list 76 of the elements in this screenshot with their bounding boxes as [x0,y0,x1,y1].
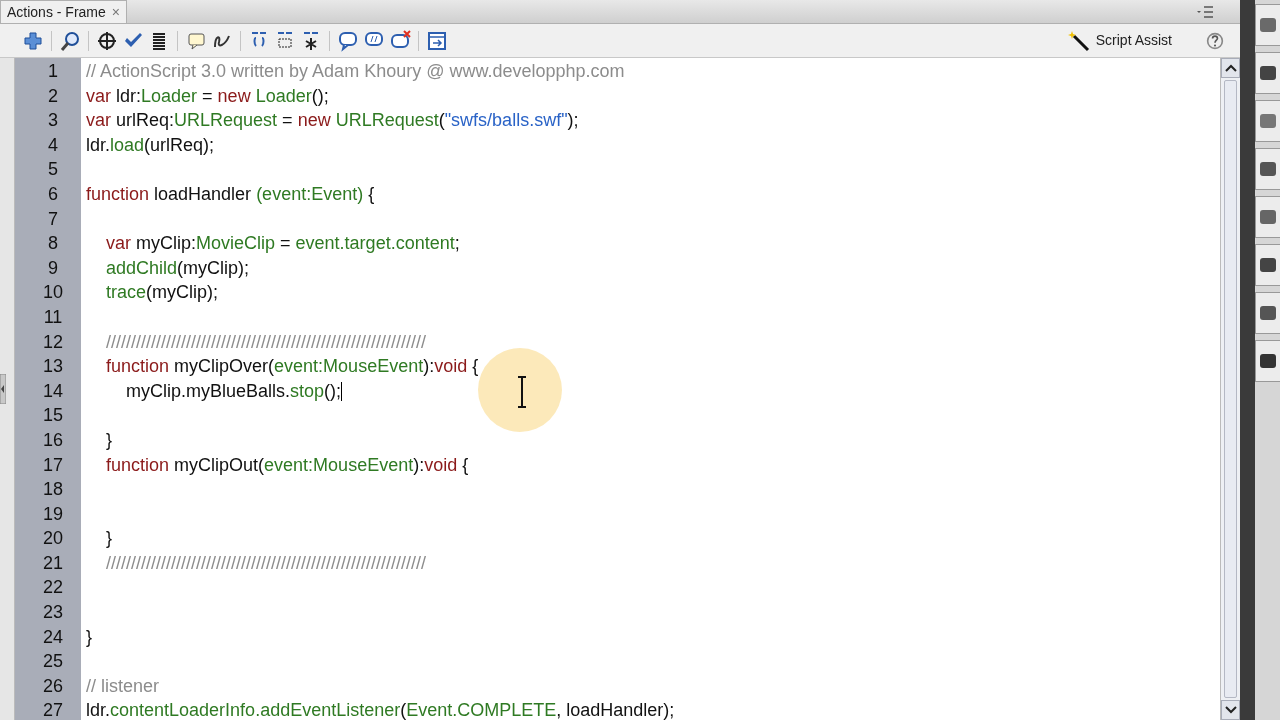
panel-icon [1259,256,1277,274]
scroll-down-button[interactable] [1221,700,1240,720]
line-number: 12 [43,331,63,352]
code-line: addChild(myClip); [105,256,250,280]
scroll-up-button[interactable] [1221,58,1240,78]
panel-icon [1259,16,1277,34]
line-number: 10 [43,282,63,303]
line-number: 1 [48,61,58,81]
line-number: 25 [43,651,63,672]
line-number: 5 [48,159,58,180]
dock-panel-button[interactable] [1255,292,1280,334]
line-number: 6 [48,183,58,204]
panel-icon [1259,112,1277,130]
scrollbar-thumb[interactable] [1224,80,1237,698]
menu-icon[interactable] [1196,6,1214,18]
code-line: //////////////////////////////////////////////////////////////// [105,330,427,354]
line-number: 20 [43,528,63,549]
line-number: 11 [43,306,63,327]
panel-icon [1259,208,1277,226]
dock-panel-button[interactable] [1255,4,1280,46]
line-number: 8 [48,233,58,254]
magic-wand-icon [1067,29,1090,52]
code-line: // ActionScript 3.0 written by Adam Khoury @ www.developphp.com [86,60,625,83]
line-number: 27 [43,700,63,720]
panel-toggle-icon[interactable] [426,29,448,52]
code-line: ldr.load(urlReq); [86,133,215,157]
code-line: function myClipOver(event:MouseEvent):void { [105,355,479,379]
line-number: 23 [43,602,63,623]
close-button[interactable]: × [111,1,120,23]
line-number: 14 [43,380,63,401]
code-line: trace(myClip); [105,281,219,305]
comment-icon[interactable] [337,29,359,52]
line-number: 16 [43,429,63,450]
dock-panel-button[interactable] [1255,244,1280,286]
code-line: var myClip:MovieClip = event.target.content; [105,232,460,256]
code-line: var ldr:Loader = new Loader(); [86,84,329,108]
line-number: 22 [43,577,63,598]
code-line: myClip.myBlueBalls.stop(); [125,379,342,403]
code-line: var urlReq:URLRequest = new URLRequest("swfs/balls.swf"); [86,109,579,133]
code-line: } [105,428,112,452]
line-number: 9 [48,257,58,278]
panel-icon [1259,304,1277,322]
dock-panel-button[interactable] [1255,148,1280,190]
code-line: ldr.contentLoaderInfo.addEventListener(Event.COMPLETE, loadHandler); [86,699,675,720]
code-line: function loadHandler (event:Event) { [86,182,375,206]
line-number: 18 [43,479,63,500]
script-assist-button[interactable]: Script Assist [1063,29,1176,52]
line-number: 4 [48,134,58,155]
line-number: 7 [48,208,58,229]
line-number: 13 [43,356,63,377]
help-icon[interactable] [1206,31,1224,50]
code-line: // listener [86,674,160,698]
panel-icon [1259,64,1277,82]
line-number: 17 [43,454,63,475]
target-icon[interactable] [96,29,118,52]
code-line: } [86,625,92,649]
line-number: 21 [43,552,63,573]
line-number: 15 [43,405,63,426]
panel-icon [1259,352,1277,370]
code-line: //////////////////////////////////////////////////////////////// [105,551,427,575]
code-line: function myClipOut(event:MouseEvent):void { [105,453,469,477]
add-icon[interactable] [22,29,44,52]
dock-panel-button[interactable] [1255,196,1280,238]
line-number: 3 [48,110,58,131]
line-number: 24 [43,626,63,647]
text-cursor-icon [516,376,528,408]
line-number: 19 [43,503,63,524]
dock-panel-button[interactable] [1255,340,1280,382]
collapse-handle-icon[interactable] [0,374,6,404]
code-line: } [105,527,112,551]
find-icon[interactable] [59,29,81,52]
line-number: 2 [48,85,58,106]
dock-panel-button[interactable] [1255,52,1280,94]
panel-icon [1259,160,1277,178]
panel-tab[interactable]: Actions - Frame × [0,0,127,23]
line-number: 26 [43,675,63,696]
